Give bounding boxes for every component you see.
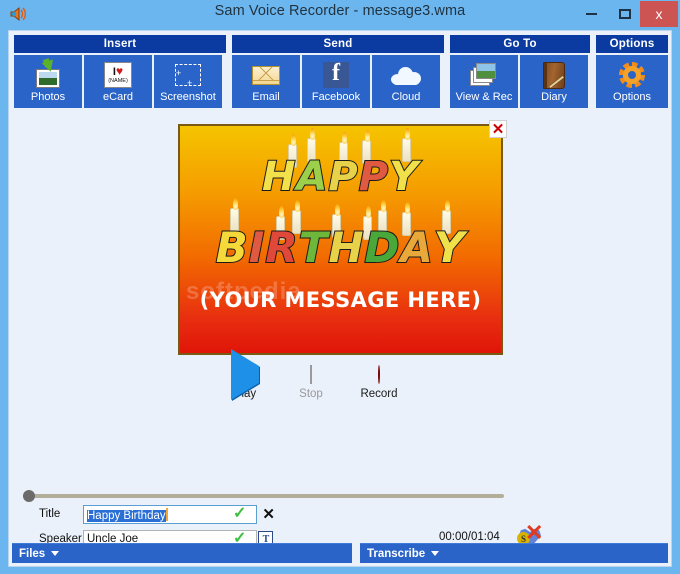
ribbon-button-options-label: Options — [613, 91, 651, 103]
client-area: Insert Photos I♥ (NAME) eCard + + Screen… — [8, 30, 672, 567]
photos-icon — [33, 58, 63, 90]
stop-button-label: Stop — [299, 388, 323, 400]
ribbon-button-ecard[interactable]: I♥ (NAME) eCard — [84, 55, 152, 108]
ribbon-group-send: Send Email f Facebook Cloud — [232, 35, 444, 108]
ribbon-button-facebook-label: Facebook — [311, 91, 361, 103]
close-button[interactable]: x — [640, 1, 678, 27]
ribbon-group-insert: Insert Photos I♥ (NAME) eCard + + Screen… — [14, 35, 226, 108]
ribbon-button-ecard-label: eCard — [103, 91, 133, 103]
ribbon-button-diary[interactable]: Diary — [520, 55, 588, 108]
title-row: Title Happy Birthday ✓ ✕ — [39, 503, 299, 525]
facebook-glyph: f — [332, 60, 340, 86]
ribbon-button-photos-label: Photos — [30, 91, 66, 103]
files-menu[interactable]: Files — [12, 543, 352, 563]
ribbon-button-email[interactable]: Email — [232, 55, 300, 108]
chevron-down-icon — [51, 551, 60, 556]
record-icon — [378, 365, 380, 384]
heart-icon: ♥ — [115, 63, 124, 78]
ribbon-toolbar: Insert Photos I♥ (NAME) eCard + + Screen… — [14, 35, 668, 108]
ribbon-group-goto: Go To View & Rec Diary — [450, 35, 590, 108]
playback-slider-knob[interactable] — [23, 490, 35, 502]
play-button[interactable]: Play — [214, 349, 276, 400]
birthday-card-image[interactable]: softpedia HAPPY BIRTHDAY (YOUR MESSAGE H… — [178, 124, 503, 355]
title-field-label: Title — [39, 508, 61, 520]
cloud-icon — [391, 60, 421, 90]
card-line-2: BIRTHDAY — [215, 222, 466, 273]
status-bar: Files Transcribe — [12, 543, 668, 563]
minimize-button[interactable] — [574, 1, 608, 27]
ribbon-group-options-title: Options — [596, 35, 668, 53]
transcribe-menu-label: Transcribe — [367, 547, 426, 560]
ecard-icon-name: (NAME) — [108, 77, 128, 84]
ribbon-button-photos[interactable]: Photos — [14, 55, 82, 108]
gear-icon — [617, 60, 647, 90]
card-line-1: HAPPY — [261, 153, 420, 201]
playback-slider[interactable] — [23, 490, 504, 502]
timecode-display: 00:00/01:04 — [439, 531, 500, 543]
transport-controls: Play Stop Record — [214, 349, 444, 426]
files-menu-label: Files — [19, 547, 46, 560]
play-icon — [231, 349, 259, 400]
ribbon-button-facebook[interactable]: f Facebook — [302, 55, 370, 108]
maximize-button[interactable] — [610, 1, 640, 27]
text-caret — [165, 507, 168, 521]
title-input[interactable]: Happy Birthday — [83, 504, 257, 524]
stop-icon — [310, 365, 312, 384]
envelope-icon — [251, 60, 281, 90]
chevron-down-icon — [431, 551, 440, 556]
delete-sound-x: ✕ — [525, 520, 544, 545]
ribbon-button-screenshot-label: Screenshot — [160, 91, 216, 103]
close-icon: x — [655, 6, 663, 22]
screenshot-icon — [173, 60, 203, 90]
card-close-icon[interactable]: ✕ — [489, 120, 507, 138]
ribbon-button-view-and-rec[interactable]: View & Rec — [450, 55, 518, 108]
application-window: Sam Voice Recorder - message3.wma x Inse… — [0, 0, 680, 574]
title-bar: Sam Voice Recorder - message3.wma x — [0, 0, 680, 28]
record-button-label: Record — [360, 388, 398, 400]
photo-stack-icon — [469, 60, 499, 90]
transcribe-menu[interactable]: Transcribe — [360, 543, 668, 563]
facebook-icon: f — [321, 60, 351, 90]
card-message: (YOUR MESSAGE HERE) — [199, 288, 482, 312]
ribbon-button-email-label: Email — [252, 91, 280, 103]
ecard-icon: I♥ (NAME) — [103, 60, 133, 90]
ribbon-group-options: Options Options — [596, 35, 668, 108]
card-preview: softpedia HAPPY BIRTHDAY (YOUR MESSAGE H… — [178, 120, 507, 359]
ribbon-group-goto-title: Go To — [450, 35, 590, 53]
ribbon-button-screenshot[interactable]: Screenshot — [154, 55, 222, 108]
ribbon-button-options[interactable]: Options — [596, 55, 668, 108]
record-button[interactable]: Record — [348, 365, 410, 400]
title-clear-button[interactable]: ✕ — [262, 505, 275, 523]
ribbon-group-insert-title: Insert — [14, 35, 226, 53]
minimize-icon — [585, 13, 597, 15]
stop-button[interactable]: Stop — [280, 365, 342, 400]
diary-book-icon — [539, 60, 569, 90]
maximize-icon — [619, 9, 631, 19]
title-input-value: Happy Birthday — [87, 509, 166, 522]
ribbon-group-send-title: Send — [232, 35, 444, 53]
ribbon-button-view-and-rec-label: View & Rec — [455, 91, 513, 103]
playback-slider-track[interactable] — [23, 494, 504, 498]
ribbon-button-cloud[interactable]: Cloud — [372, 55, 440, 108]
ribbon-button-diary-label: Diary — [541, 91, 567, 103]
ribbon-button-cloud-label: Cloud — [391, 91, 421, 103]
